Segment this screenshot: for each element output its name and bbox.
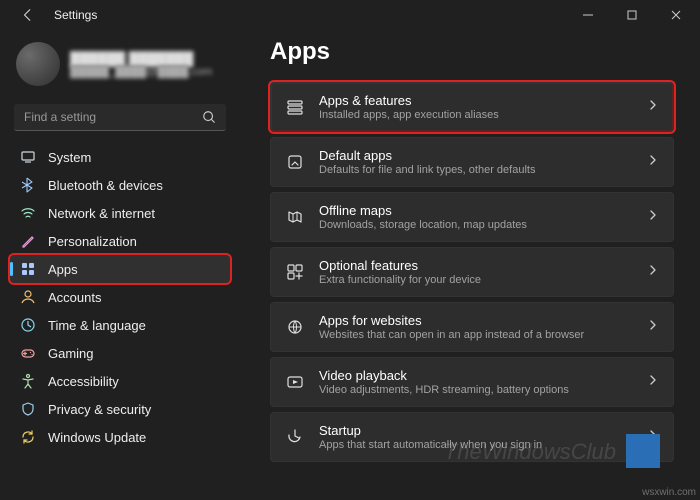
chevron-right-icon: [647, 318, 659, 336]
search-icon: [202, 110, 216, 124]
card-subtitle: Websites that can open in an app instead…: [319, 329, 633, 341]
sidebar-item-bluetooth[interactable]: Bluetooth & devices: [10, 171, 230, 199]
card-title: Apps & features: [319, 93, 633, 108]
card-title: Offline maps: [319, 203, 633, 218]
sidebar-item-accessibility[interactable]: Accessibility: [10, 367, 230, 395]
gaming-icon: [20, 345, 36, 361]
close-button[interactable]: [654, 0, 698, 30]
card-subtitle: Apps that start automatically when you s…: [319, 439, 633, 451]
title-bar: Settings: [0, 0, 700, 30]
sidebar-item-windows-update[interactable]: Windows Update: [10, 423, 230, 451]
chevron-right-icon: [647, 428, 659, 446]
card-title: Default apps: [319, 148, 633, 163]
sidebar-item-label: Privacy & security: [48, 402, 151, 417]
sidebar-item-network[interactable]: Network & internet: [10, 199, 230, 227]
bluetooth-icon: [20, 177, 36, 193]
card-subtitle: Defaults for file and link types, other …: [319, 164, 633, 176]
optional-features-icon: [285, 262, 305, 282]
profile-block[interactable]: ██████ ███████ █████_████@████.com: [10, 36, 230, 98]
sidebar-item-label: Time & language: [48, 318, 146, 333]
accounts-icon: [20, 289, 36, 305]
sidebar-item-apps[interactable]: Apps: [10, 255, 230, 283]
card-video-playback[interactable]: Video playback Video adjustments, HDR st…: [270, 357, 674, 407]
chevron-right-icon: [647, 208, 659, 226]
sidebar-item-label: Bluetooth & devices: [48, 178, 163, 193]
windows-update-icon: [20, 429, 36, 445]
network-icon: [20, 205, 36, 221]
sidebar-item-label: Accessibility: [48, 374, 119, 389]
profile-name: ██████ ███████: [70, 51, 212, 66]
apps-icon: [20, 261, 36, 277]
accessibility-icon: [20, 373, 36, 389]
card-subtitle: Video adjustments, HDR streaming, batter…: [319, 384, 633, 396]
time-language-icon: [20, 317, 36, 333]
chevron-right-icon: [647, 98, 659, 116]
search-box[interactable]: [14, 104, 226, 131]
sidebar: ██████ ███████ █████_████@████.com Syste…: [0, 30, 240, 500]
sidebar-item-label: Personalization: [48, 234, 137, 249]
card-subtitle: Installed apps, app execution aliases: [319, 109, 633, 121]
card-apps-for-websites[interactable]: Apps for websites Websites that can open…: [270, 302, 674, 352]
card-subtitle: Extra functionality for your device: [319, 274, 633, 286]
attribution: wsxwin.com: [642, 487, 696, 498]
sidebar-nav: System Bluetooth & devices Network & int…: [10, 143, 230, 451]
card-title: Video playback: [319, 368, 633, 383]
card-startup[interactable]: Startup Apps that start automatically wh…: [270, 412, 674, 462]
minimize-button[interactable]: [566, 0, 610, 30]
apps-features-icon: [285, 97, 305, 117]
sidebar-item-personalization[interactable]: Personalization: [10, 227, 230, 255]
system-icon: [20, 149, 36, 165]
chevron-right-icon: [647, 373, 659, 391]
privacy-icon: [20, 401, 36, 417]
app-title: Settings: [54, 8, 97, 22]
main-content: Apps Apps & features Installed apps, app…: [240, 30, 700, 500]
card-offline-maps[interactable]: Offline maps Downloads, storage location…: [270, 192, 674, 242]
page-title: Apps: [270, 38, 674, 66]
sidebar-item-label: Apps: [48, 262, 78, 277]
personalization-icon: [20, 233, 36, 249]
sidebar-item-accounts[interactable]: Accounts: [10, 283, 230, 311]
back-button[interactable]: [14, 1, 42, 29]
sidebar-item-label: System: [48, 150, 91, 165]
sidebar-item-label: Gaming: [48, 346, 94, 361]
card-default-apps[interactable]: Default apps Defaults for file and link …: [270, 137, 674, 187]
sidebar-item-privacy[interactable]: Privacy & security: [10, 395, 230, 423]
offline-maps-icon: [285, 207, 305, 227]
card-title: Optional features: [319, 258, 633, 273]
card-title: Apps for websites: [319, 313, 633, 328]
chevron-right-icon: [647, 263, 659, 281]
card-apps-features[interactable]: Apps & features Installed apps, app exec…: [270, 82, 674, 132]
sidebar-item-label: Accounts: [48, 290, 101, 305]
video-playback-icon: [285, 372, 305, 392]
sidebar-item-system[interactable]: System: [10, 143, 230, 171]
sidebar-item-gaming[interactable]: Gaming: [10, 339, 230, 367]
profile-email: █████_████@████.com: [70, 66, 212, 78]
maximize-button[interactable]: [610, 0, 654, 30]
sidebar-item-label: Network & internet: [48, 206, 155, 221]
card-subtitle: Downloads, storage location, map updates: [319, 219, 633, 231]
sidebar-item-time-language[interactable]: Time & language: [10, 311, 230, 339]
avatar: [16, 42, 60, 86]
chevron-right-icon: [647, 153, 659, 171]
search-input[interactable]: [24, 110, 202, 124]
sidebar-item-label: Windows Update: [48, 430, 146, 445]
card-title: Startup: [319, 423, 633, 438]
apps-websites-icon: [285, 317, 305, 337]
default-apps-icon: [285, 152, 305, 172]
card-optional-features[interactable]: Optional features Extra functionality fo…: [270, 247, 674, 297]
startup-icon: [285, 427, 305, 447]
